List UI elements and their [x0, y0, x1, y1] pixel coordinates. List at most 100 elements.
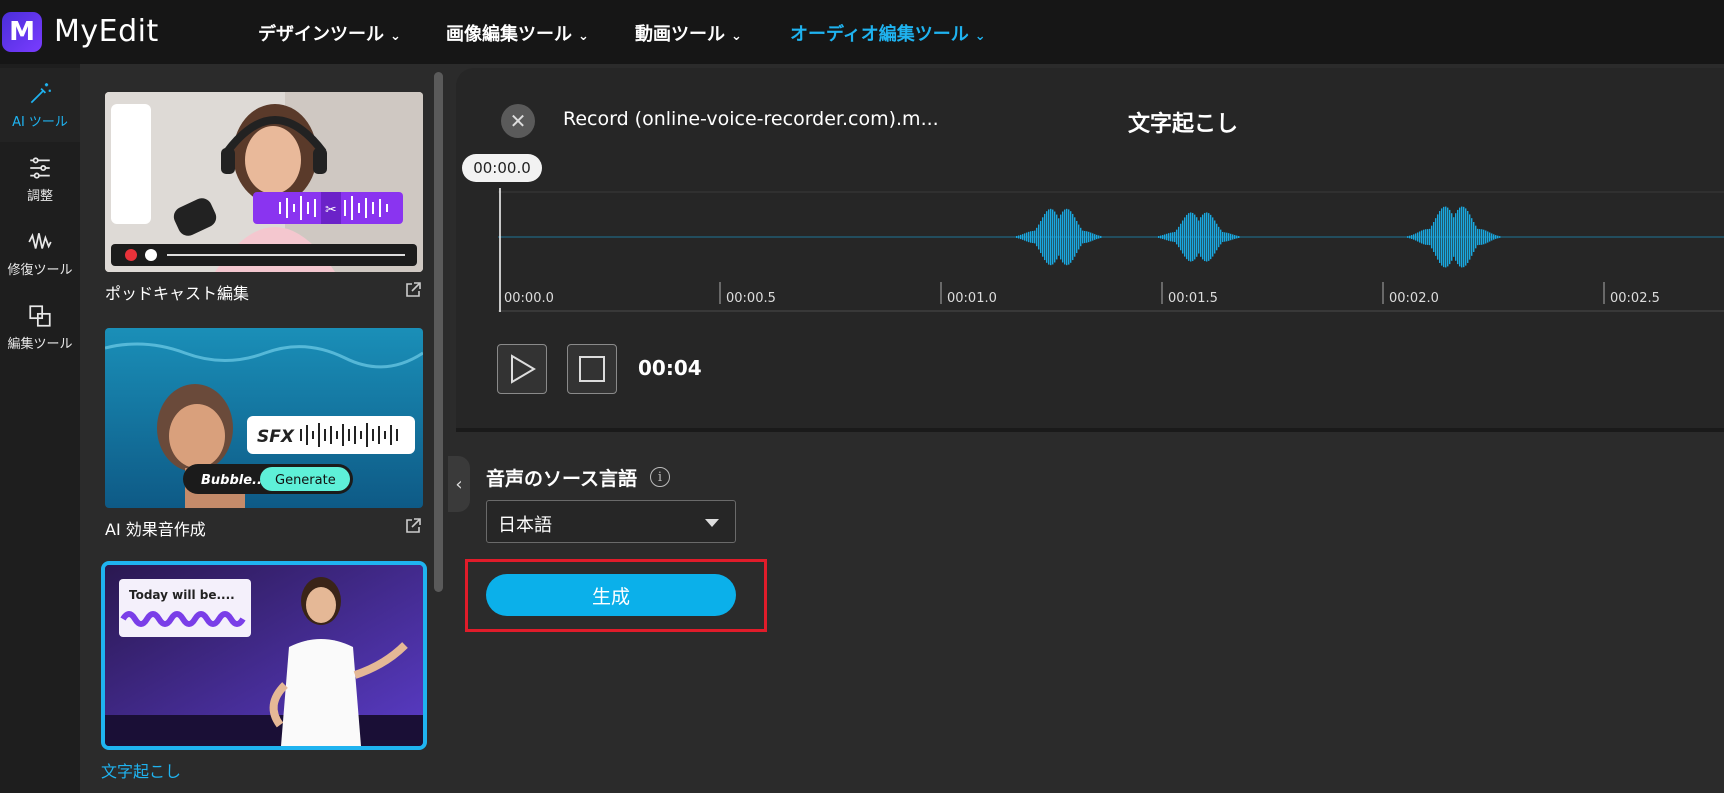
waveform-sample [1473, 222, 1475, 252]
rail-label: 修復ツール [7, 262, 73, 278]
waveform-sample [1192, 212, 1194, 262]
waveform-sample [1224, 232, 1226, 242]
podcast-illustration: ✂ [105, 92, 423, 272]
generate-button[interactable]: 生成 [486, 574, 736, 616]
nav-design-tools[interactable]: デザインツール ⌄ [258, 20, 401, 46]
waveform-sample [1433, 222, 1435, 252]
waveform-sample [1172, 232, 1174, 242]
brand-name[interactable]: MyEdit [54, 14, 159, 49]
info-icon[interactable]: i [650, 467, 670, 487]
tool-card-title: AI 効果音作成 [105, 520, 206, 539]
waveform-sample [1186, 214, 1188, 260]
waveform-sample [1230, 233, 1232, 241]
waveform-sample [1232, 234, 1234, 240]
waveform-sample [1455, 213, 1457, 261]
waveform-sample [1054, 211, 1056, 263]
waveform-sample [1070, 211, 1072, 263]
waveform-sample [1459, 207, 1461, 267]
waveform-sample [1236, 235, 1238, 239]
waveform-track[interactable] [498, 188, 1724, 312]
nav-audio-tools[interactable]: オーディオ編集ツール ⌄ [790, 20, 986, 46]
rail-label: 調整 [26, 188, 53, 204]
waveform-sample [1481, 229, 1483, 245]
waveform-sample [1086, 231, 1088, 243]
file-name: Record (online-voice-recorder.com).m... [563, 108, 939, 130]
waveform-sample [1445, 206, 1447, 268]
waveform-sample [1042, 217, 1044, 257]
nav-label: オーディオ編集ツール [790, 24, 969, 45]
nav-label: デザインツール [258, 24, 384, 45]
waveform-sample [1092, 233, 1094, 241]
open-external-icon[interactable] [403, 516, 423, 536]
waveform-sample [1413, 234, 1415, 240]
waveform-sample [1437, 214, 1439, 260]
waveform-sample [1449, 209, 1451, 265]
panel-scrollbar[interactable] [434, 72, 443, 592]
waveform-sample [1082, 230, 1084, 244]
waveform-sample [1487, 231, 1489, 243]
waveform-sample [1483, 229, 1485, 245]
waveform-sample [1200, 217, 1202, 257]
open-external-icon[interactable] [403, 280, 423, 300]
tool-card-transcription[interactable]: Today will be.... 文字起こし [101, 561, 427, 782]
play-button[interactable] [497, 344, 547, 394]
waveform-sample [1461, 206, 1463, 268]
rail-item-adjust[interactable]: 調整 [0, 142, 80, 216]
caption-text: Today will be.... [129, 588, 235, 602]
tool-card-ai-sfx[interactable]: SFX Bubble... Generate AI 効果音作成 [105, 328, 423, 540]
waveform-sample [1471, 218, 1473, 256]
waveform-sample [1407, 236, 1409, 238]
rail-item-edit[interactable]: 編集ツール [0, 290, 80, 364]
waveform-sample [1068, 209, 1070, 265]
waveform-sample [1475, 225, 1477, 249]
waveform-sample [1423, 229, 1425, 245]
nav-image-tools[interactable]: 画像編集ツール ⌄ [446, 20, 589, 46]
tool-card-podcast[interactable]: ✂ ポッドキャスト編集 [105, 92, 423, 304]
tool-cards-panel: ✂ ポッドキャスト編集 SFX Bubble... Generate AI 効果… [80, 64, 448, 793]
waveform-sample [1226, 232, 1228, 242]
waveform-sample [1162, 235, 1164, 239]
waveform-sample [1495, 235, 1497, 239]
waveform-sample [1160, 235, 1162, 239]
waveform-sample [1419, 231, 1421, 243]
waveform-sample [1429, 228, 1431, 246]
waveform-sample [1417, 232, 1419, 242]
waveform-sample [1080, 227, 1082, 247]
waveform-sample [1084, 230, 1086, 244]
rail-label: 編集ツール [7, 336, 73, 352]
waveform-sample [1058, 218, 1060, 256]
waveform-sample [1190, 212, 1192, 262]
play-icon [511, 354, 536, 384]
waveform-sample [1168, 233, 1170, 241]
rail-item-repair[interactable]: 修復ツール [0, 216, 80, 290]
waveform-sample [1176, 229, 1178, 245]
waveform-sample [1415, 233, 1417, 241]
nav-video-tools[interactable]: 動画ツール ⌄ [635, 20, 742, 46]
ruler-tick-label: 00:01.5 [1168, 291, 1218, 306]
waveform-sample [1210, 214, 1212, 260]
ruler-tick-label: 00:00.0 [504, 291, 554, 306]
ruler-tick-label: 00:02.5 [1610, 291, 1660, 306]
collapse-panel-button[interactable]: ‹ [448, 456, 470, 512]
waveform-sample [1178, 226, 1180, 248]
waveform-sample [1214, 220, 1216, 254]
waveform-sample [1030, 231, 1032, 243]
waveform-sample [1421, 230, 1423, 244]
waveform-sample [1018, 235, 1020, 239]
waveform-sample [1040, 220, 1042, 254]
rail-item-ai-tools[interactable]: AI ツール [0, 68, 80, 142]
waveform-sample [1056, 214, 1058, 260]
waveform-sample [1497, 235, 1499, 239]
waveform-sample [1427, 229, 1429, 245]
waveform-sample [1439, 211, 1441, 263]
source-language-select[interactable]: 日本語 [486, 500, 736, 543]
stop-button[interactable] [567, 344, 617, 394]
chevron-down-icon: ⌄ [390, 29, 401, 44]
podcast-thumbnail: ✂ [105, 92, 423, 272]
waveform-sample [1016, 235, 1018, 239]
close-file-button[interactable]: ✕ [501, 104, 535, 138]
waveform-sample [1196, 217, 1198, 257]
nav-label: 動画ツール [635, 24, 725, 45]
myedit-logo[interactable]: M [2, 12, 42, 52]
waveform-sample [1020, 234, 1022, 240]
